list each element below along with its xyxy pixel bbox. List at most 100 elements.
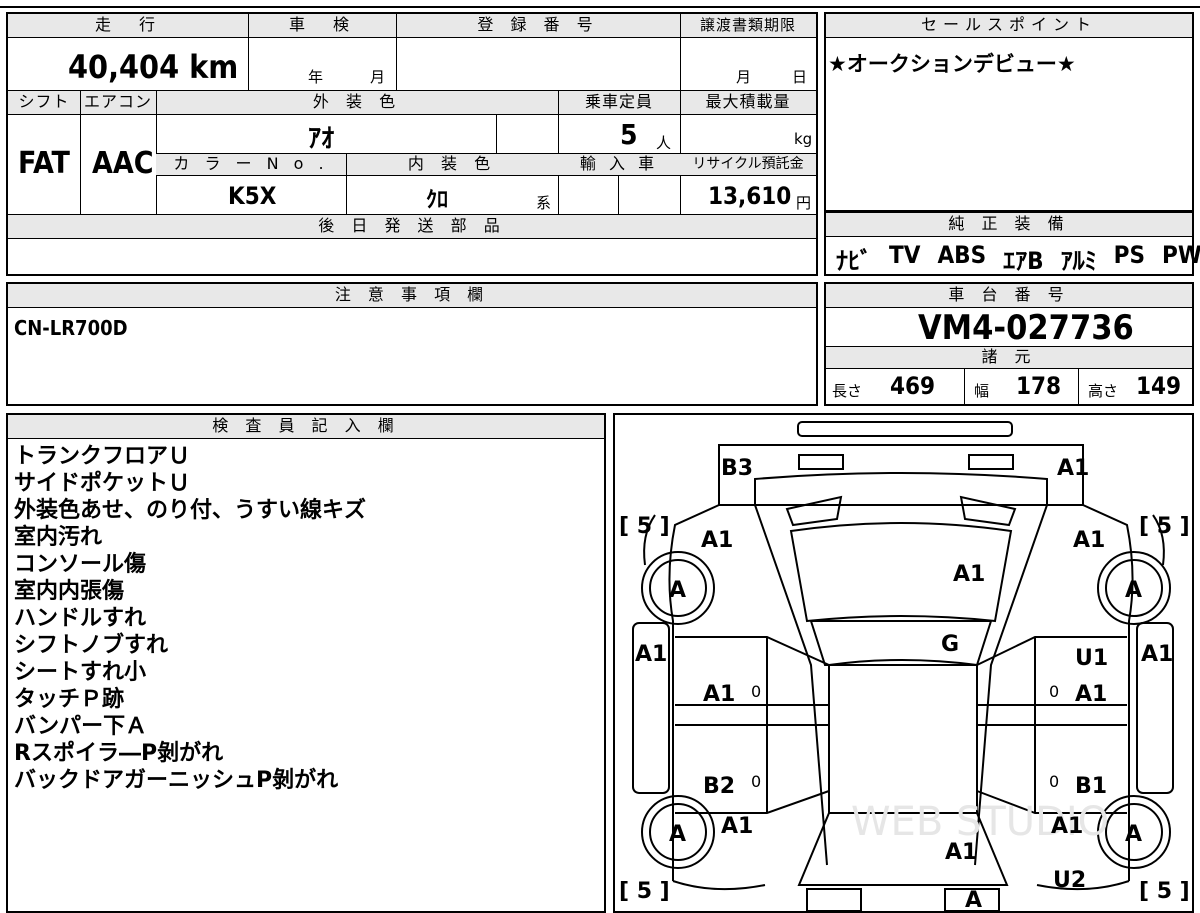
mark-door-fr: B1 <box>1075 774 1107 799</box>
length-value: 469 <box>890 372 936 400</box>
equipment-item: ABS <box>937 241 987 269</box>
header-shift: シフト <box>8 91 80 115</box>
vehicle-info-table: 走 行 車 検 登 録 番 号 譲渡書類期限 40,404 km 年 月 月 日… <box>6 12 818 276</box>
chassis-header: 車 台 番 号 <box>826 284 1192 308</box>
mark-wheel-fl: A <box>669 822 686 847</box>
header-interior-color: 内 装 色 <box>346 154 558 176</box>
remark-line: バックドアガーニッシュP剝がれ <box>14 768 339 793</box>
genuine-equipment-box: 純 正 装 備 ﾅﾋﾞ TV ABS ｴｱB ｱﾙﾐ PS PW <box>824 211 1200 276</box>
mark-fender-fl: A1 <box>721 814 753 839</box>
mark-wheel-fr: A <box>1125 822 1142 847</box>
mark-side-right: A1 <box>1141 642 1173 667</box>
transfer-month-unit: 月 <box>736 68 752 86</box>
capacity-unit: 人 <box>656 134 672 152</box>
header-mileage: 走 行 <box>8 14 248 38</box>
height-label: 高さ <box>1088 382 1119 400</box>
mark-fender-fr: A1 <box>1051 814 1083 839</box>
mark-roof: A1 <box>953 562 985 587</box>
car-diagram: WEB STUDIO [ 5 ] [ 5 ] [ 5 ] [ 5 ] B3 A1… <box>619 421 1190 911</box>
tire-mark-rr: [ 5 ] <box>1139 514 1190 539</box>
length-label: 長さ <box>832 382 863 400</box>
mark-zero: 0 <box>751 772 761 791</box>
mileage-value: 40,404 km <box>68 48 239 86</box>
sales-point-text: ★オークションデビュー★ <box>828 52 1076 76</box>
remark-line: シフトノブすれ <box>14 633 169 658</box>
remark-line: 室内内張傷 <box>14 579 125 604</box>
notes-text: CN-LR700D <box>14 316 128 340</box>
width-label: 幅 <box>974 382 990 400</box>
mark-side-left: A1 <box>635 642 667 667</box>
chassis-number: VM4-027736 <box>918 308 1134 348</box>
header-transfer-deadline: 譲渡書類期限 <box>680 14 816 38</box>
inspection-month-unit: 月 <box>370 68 386 86</box>
tire-mark-fr: [ 5 ] <box>1139 879 1190 904</box>
header-exterior-color: 外 装 色 <box>156 91 558 115</box>
width-value: 178 <box>1016 372 1062 400</box>
header-import: 輸 入 車 <box>558 154 680 176</box>
remark-line: バンパー下Ａ <box>14 714 148 739</box>
remark-line: 室内汚れ <box>14 525 103 550</box>
top-edge-strip <box>0 0 1200 8</box>
mark-wheel-rr: A <box>1125 578 1142 603</box>
max-load-unit: kg <box>794 130 813 148</box>
remark-line: シートすれ小 <box>14 660 147 685</box>
transfer-day-unit: 日 <box>792 68 808 86</box>
remark-line: 外装色あせ、のり付、うすい線キズ <box>14 498 367 523</box>
remark-line: トランクフロアＵ <box>14 444 191 469</box>
remark-line: ハンドルすれ <box>14 606 147 631</box>
recycle-value: 13,610 <box>708 182 792 210</box>
exterior-color-value: ｱｵ <box>308 124 335 154</box>
remark-line: コンソール傷 <box>14 552 147 577</box>
mark-hood: A1 <box>945 840 977 865</box>
capacity-value: 5 <box>620 118 638 151</box>
recycle-unit: 円 <box>796 194 812 212</box>
header-inspection: 車 検 <box>248 14 396 38</box>
equipment-item: ﾅﾋﾞ <box>836 247 872 275</box>
remark-line: タッチＰ跡 <box>14 687 125 712</box>
header-max-load: 最大積載量 <box>680 91 816 115</box>
shift-value: FAT <box>18 146 70 181</box>
tire-mark-fl: [ 5 ] <box>619 879 670 904</box>
tire-mark-rl: [ 5 ] <box>619 514 670 539</box>
equipment-item: ｴｱB <box>1003 247 1044 275</box>
mark-zero: 0 <box>751 682 761 701</box>
equipment-item: PS <box>1113 241 1145 269</box>
inspector-remarks: トランクフロアＵ サイドポケットＵ 外装色あせ、のり付、うすい線キズ 室内汚れ … <box>14 443 366 794</box>
mark-zero: 0 <box>1049 772 1059 791</box>
mark-rear-right: A1 <box>1057 456 1089 481</box>
notes-header: 注 意 事 項 欄 <box>8 284 816 308</box>
header-registration-no: 登 録 番 号 <box>396 14 680 38</box>
aircon-value: AAC <box>92 146 154 181</box>
mark-zero: 0 <box>1049 682 1059 701</box>
mark-glass: G <box>941 632 959 657</box>
remark-line: Rスポイラ―P剝がれ <box>14 741 224 766</box>
dimensions-header: 諸 元 <box>826 347 1192 369</box>
genuine-equipment-header: 純 正 装 備 <box>826 213 1192 237</box>
interior-suffix: 系 <box>536 194 552 212</box>
mark-front-fr: U2 <box>1053 868 1086 893</box>
mark-door-rr: A1 <box>1075 682 1107 707</box>
equipment-item: TV <box>889 241 921 269</box>
notes-box: 注 意 事 項 欄 CN-LR700D <box>6 282 818 406</box>
chassis-box: 車 台 番 号 VM4-027736 諸 元 長さ 469 幅 178 高さ 1… <box>824 282 1194 406</box>
mark-door-rl: A1 <box>703 682 735 707</box>
mark-rear-left: B3 <box>721 456 753 481</box>
genuine-equipment-list: ﾅﾋﾞ TV ABS ｴｱB ｱﾙﾐ PS PW <box>836 241 1200 276</box>
mark-door-fl: B2 <box>703 774 735 799</box>
mark-rear-quarter-left: A1 <box>701 528 733 553</box>
header-recycle: リサイクル預託金 <box>680 154 816 176</box>
mark-wheel-rl: A <box>669 578 686 603</box>
remark-line: サイドポケットＵ <box>14 471 191 496</box>
inspector-box: 検 査 員 記 入 欄 トランクフロアＵ サイドポケットＵ 外装色あせ、のり付、… <box>6 413 606 913</box>
interior-color-value: ｸﾛ <box>426 188 449 213</box>
mark-rear-quarter-right: A1 <box>1073 528 1105 553</box>
sales-point-header: セールスポイント <box>826 14 1192 38</box>
car-diagram-box: WEB STUDIO [ 5 ] [ 5 ] [ 5 ] [ 5 ] B3 A1… <box>613 413 1194 913</box>
color-no-value: K5X <box>228 182 277 210</box>
header-color-no: カ ラ ー N o . <box>156 154 346 176</box>
header-capacity: 乗車定員 <box>558 91 680 115</box>
equipment-item: PW <box>1162 241 1200 269</box>
height-value: 149 <box>1136 372 1182 400</box>
inspector-header: 検 査 員 記 入 欄 <box>8 415 604 439</box>
header-later-parts: 後 日 発 送 部 品 <box>8 215 816 239</box>
